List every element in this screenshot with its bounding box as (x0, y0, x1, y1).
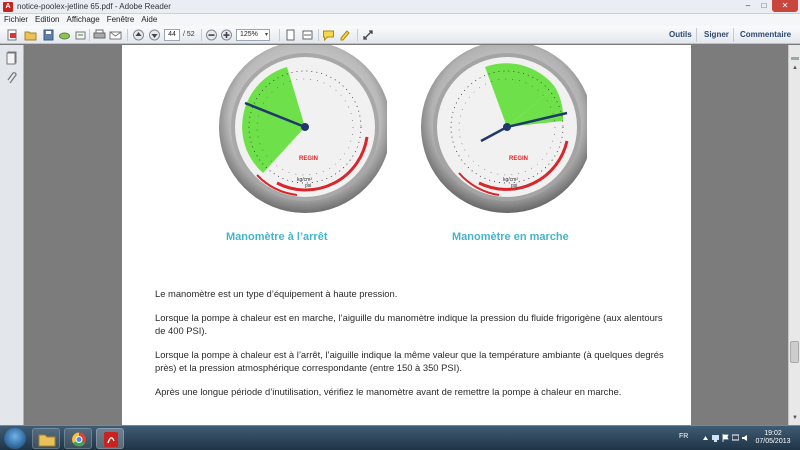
pdf-page: REGIN kg/cm² psi REGIN kg/cm² psi Manomè… (122, 45, 691, 425)
previous-page-icon[interactable] (132, 29, 145, 41)
gauge-running-svg: REGIN kg/cm² psi (421, 45, 587, 213)
page-total: / 52 (183, 31, 195, 38)
paragraph: Lorsque la pompe à chaleur est en marche… (155, 312, 663, 336)
email-icon[interactable] (109, 29, 122, 41)
gauge-units-text: psi (305, 183, 311, 189)
gauge-hub (301, 123, 309, 131)
toolbar-divider (357, 29, 358, 41)
gauge-stopped-caption: Manomètre à l’arrêt (226, 231, 328, 243)
panel-divider (696, 28, 697, 42)
navigation-panel (0, 45, 24, 425)
chevron-down-icon: ▾ (264, 32, 268, 38)
create-pdf-icon[interactable] (6, 29, 19, 41)
gauge-running-image: REGIN kg/cm² psi (417, 45, 587, 215)
toolbar-divider (201, 29, 202, 41)
gauge-hub (503, 123, 511, 131)
fit-page-icon[interactable] (284, 29, 297, 41)
sign-panel-button[interactable]: Signer (704, 29, 729, 41)
page-thumbnails-icon[interactable] (6, 51, 18, 65)
toolbar-divider (89, 29, 90, 41)
adobe-reader-taskbar-icon[interactable] (96, 428, 124, 449)
network-icon[interactable] (712, 434, 719, 442)
menu-edition[interactable]: Edition (35, 14, 59, 26)
zoom-value: 125% (240, 31, 258, 38)
highlight-icon[interactable] (338, 29, 351, 41)
window-title: notice-poolex-jetline 65.pdf - Adobe Rea… (17, 2, 171, 11)
paragraph: Le manomètre est un type d’équipement à … (155, 288, 398, 299)
title-bar: A notice-poolex-jetline 65.pdf - Adobe R… (0, 0, 800, 14)
next-page-icon[interactable] (148, 29, 161, 41)
menu-aide[interactable]: Aide (141, 14, 157, 26)
save-icon[interactable] (42, 29, 55, 41)
action-center-flag-icon[interactable] (722, 434, 729, 442)
volume-icon[interactable] (742, 434, 749, 442)
gauge-stopped-svg: REGIN kg/cm² psi (219, 45, 387, 213)
window-controls: – □ ✕ (740, 0, 798, 13)
page-number-input[interactable]: 44 (164, 29, 180, 41)
document-view[interactable]: REGIN kg/cm² psi REGIN kg/cm² psi Manomè… (25, 45, 788, 425)
panel-divider (733, 28, 734, 42)
toolbar-divider (279, 29, 280, 41)
scroll-thumb[interactable] (790, 341, 799, 363)
gauge-units-text: psi (511, 183, 517, 189)
comment-panel-button[interactable]: Commentaire (740, 29, 791, 41)
scroll-up-button[interactable]: ▲ (790, 63, 800, 73)
tools-panel-button[interactable]: Outils (669, 29, 692, 41)
close-button[interactable]: ✕ (772, 0, 798, 12)
menu-bar: Fichier Edition Affichage Fenêtre Aide (0, 14, 800, 26)
comment-icon[interactable] (322, 29, 335, 42)
menu-affichage[interactable]: Affichage (66, 14, 99, 26)
cloud-upload-icon[interactable] (58, 29, 71, 41)
zoom-select[interactable]: 125% ▾ (236, 29, 270, 41)
paragraph: Lorsque la pompe à chaleur est à l’arrêt… (155, 349, 664, 373)
menu-fichier[interactable]: Fichier (4, 14, 28, 26)
system-clock[interactable]: 19:02 07/05/2013 (754, 430, 792, 446)
scroll-down-button[interactable]: ▼ (790, 413, 800, 423)
maximize-button[interactable]: □ (756, 0, 772, 12)
gauge-stopped-image: REGIN kg/cm² psi (217, 45, 387, 215)
display-icon[interactable] (731, 434, 740, 442)
vertical-scrollbar[interactable]: ▲ ▼ (788, 45, 800, 425)
gauge-brand-text: REGIN (509, 156, 528, 162)
expand-icon[interactable] (362, 29, 375, 41)
toolbar-divider (318, 29, 319, 41)
clock-date: 07/05/2013 (755, 438, 791, 445)
start-button[interactable] (4, 428, 26, 449)
tray-expand-icon[interactable] (702, 434, 709, 442)
chrome-taskbar-icon[interactable] (64, 428, 92, 449)
zoom-in-icon[interactable] (220, 29, 233, 41)
share-icon[interactable] (74, 29, 87, 41)
paragraph: Après une longue période d’inutilisation… (155, 386, 622, 397)
splitter-handle[interactable] (791, 57, 799, 60)
print-icon[interactable] (93, 29, 106, 41)
zoom-out-icon[interactable] (205, 29, 218, 41)
open-file-icon[interactable] (24, 29, 37, 41)
gauge-running-caption: Manomètre en marche (452, 231, 569, 243)
menu-fenetre[interactable]: Fenêtre (107, 14, 135, 26)
gauge-brand-text: REGIN (299, 156, 318, 162)
paragraph-cut-off (155, 418, 665, 425)
toolbar-divider (127, 29, 128, 41)
clock-time: 19:02 (764, 430, 782, 437)
language-indicator[interactable]: FR (679, 433, 688, 440)
attachments-icon[interactable] (6, 71, 18, 85)
fit-width-icon[interactable] (301, 29, 314, 41)
adobe-reader-icon: A (3, 2, 13, 12)
taskbar: FR 19:02 07/05/2013 (0, 425, 800, 450)
toolbar: 44 / 52 125% ▾ Outils Signer Commentaire (0, 26, 800, 44)
minimize-button[interactable]: – (740, 0, 756, 12)
explorer-taskbar-icon[interactable] (32, 428, 60, 449)
